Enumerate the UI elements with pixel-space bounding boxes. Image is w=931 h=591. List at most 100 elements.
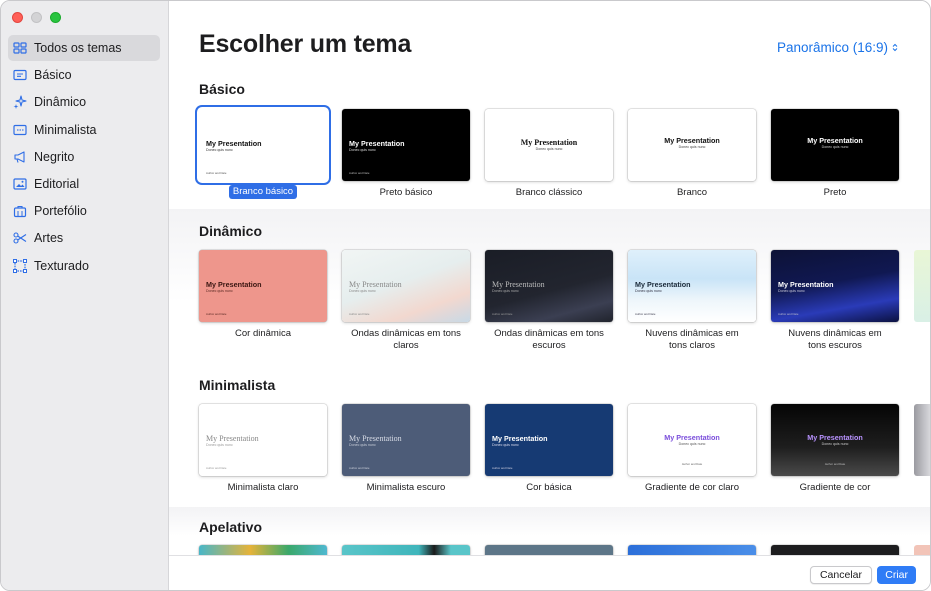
thumb-title: My Presentation	[349, 280, 402, 289]
theme-thumbnail[interactable]	[199, 545, 327, 555]
theme-label: Preto básico	[379, 187, 433, 198]
thumb-author: Author and Date	[206, 312, 227, 316]
section-title: Básico	[199, 81, 245, 97]
section-title: Dinâmico	[199, 223, 263, 239]
theme-tile-cor-dinamica[interactable]: My Presentation Donec quis nunc Author a…	[199, 250, 327, 351]
sidebar-item-dinamico[interactable]: Dinâmico	[8, 89, 160, 115]
sidebar-item-portefolio[interactable]: Portefólio	[8, 198, 160, 224]
theme-thumbnail[interactable]: My Presentation Donec quis nunc Author a…	[342, 404, 470, 476]
theme-tile-apelativo-4[interactable]	[628, 545, 756, 555]
theme-label: Nuvens dinâmicas em tons escuros	[788, 328, 882, 351]
sidebar-item-basico[interactable]: Básico	[8, 62, 160, 88]
theme-tile-apelativo-2[interactable]	[342, 545, 470, 555]
theme-thumbnail[interactable]: My Presentation Donec quis nunc Author a…	[628, 404, 756, 476]
theme-label: Ondas dinâmicas em tons claros	[351, 328, 461, 351]
thumb-subtitle: Donec quis nunc	[821, 145, 849, 149]
thumb-subtitle: Donec quis nunc	[492, 443, 519, 447]
theme-thumbnail[interactable]: My Presentation Donec quis nunc Author a…	[199, 404, 327, 476]
minimal-slide-icon	[13, 123, 27, 137]
theme-thumbnail[interactable]: My Presentation Donec quis nunc Author a…	[485, 250, 613, 322]
sidebar-item-texturado[interactable]: Texturado	[8, 253, 160, 279]
sidebar-item-negrito[interactable]: Negrito	[8, 144, 160, 170]
basic-slide-icon	[13, 68, 27, 82]
sidebar-item-editorial[interactable]: Editorial	[8, 171, 160, 197]
theme-thumbnail[interactable]	[628, 545, 756, 555]
close-window-button[interactable]	[12, 12, 23, 23]
thumb-title: My Presentation	[492, 280, 545, 289]
theme-tile-ondas-escuros[interactable]: My Presentation Donec quis nunc Author a…	[485, 250, 613, 351]
zoom-window-button[interactable]	[50, 12, 61, 23]
sidebar-item-label: Artes	[34, 231, 64, 246]
slide-size-select[interactable]: Panorâmico (16:9)	[777, 40, 898, 55]
cancel-button[interactable]: Cancelar	[809, 566, 872, 584]
theme-thumbnail[interactable]: My Presentation Donec quis nunc Author a…	[342, 109, 470, 181]
theme-thumbnail[interactable]: My Presentation Donec quis nunc Author a…	[628, 250, 756, 322]
theme-tile-preto[interactable]: My Presentation Donec quis nunc Preto	[771, 109, 899, 199]
theme-label: Nuvens dinâmicas em tons claros	[645, 328, 739, 351]
thumb-title: My Presentation	[807, 136, 863, 145]
theme-thumbnail[interactable]: My Presentation Donec quis nunc Author a…	[342, 250, 470, 322]
theme-tile-preto-basico[interactable]: My Presentation Donec quis nunc Author a…	[342, 109, 470, 199]
theme-thumbnail[interactable]: My Presentation Donec quis nunc	[628, 109, 756, 181]
theme-tile-gradiente[interactable]: My Presentation Donec quis nunc Author a…	[771, 404, 899, 494]
theme-thumbnail-peek[interactable]	[914, 404, 930, 476]
theme-thumbnail[interactable]	[342, 545, 470, 555]
theme-tile-branco[interactable]: My Presentation Donec quis nunc Branco	[628, 109, 756, 199]
theme-label: Cor dinâmica	[235, 328, 291, 339]
theme-thumbnail[interactable]: My Presentation Donec quis nunc	[485, 109, 613, 181]
theme-tile-ondas-claros[interactable]: My Presentation Donec quis nunc Author a…	[342, 250, 470, 351]
theme-row	[199, 545, 930, 555]
thumb-title: My Presentation	[206, 434, 259, 443]
theme-row: My Presentation Donec quis nunc Author a…	[199, 250, 930, 351]
theme-thumbnail[interactable]: My Presentation Donec quis nunc Author a…	[771, 404, 899, 476]
theme-tile-branco-classico[interactable]: My Presentation Donec quis nunc Branco c…	[485, 109, 613, 199]
theme-thumbnail-peek[interactable]	[914, 250, 930, 322]
theme-label: Gradiente de cor	[799, 482, 871, 493]
create-button[interactable]: Criar	[877, 566, 916, 584]
theme-tile-minimalista-claro[interactable]: My Presentation Donec quis nunc Author a…	[199, 404, 327, 494]
sidebar-item-minimalista[interactable]: Minimalista	[8, 117, 160, 143]
theme-thumbnail[interactable]: My Presentation Donec quis nunc Author a…	[199, 109, 327, 181]
thumb-subtitle: Donec quis nunc	[206, 148, 233, 152]
thumb-author: Author and Date	[206, 171, 227, 175]
theme-row: My Presentation Donec quis nunc Author a…	[199, 404, 930, 494]
theme-label: Branco	[676, 187, 708, 198]
theme-thumbnail[interactable]: My Presentation Donec quis nunc Author a…	[771, 250, 899, 322]
theme-tile-apelativo-5[interactable]	[771, 545, 899, 555]
theme-tile-apelativo-3[interactable]	[485, 545, 613, 555]
sidebar-item-artes[interactable]: Artes	[8, 225, 160, 251]
theme-tile-branco-basico[interactable]: My Presentation Donec quis nunc Author a…	[199, 109, 327, 199]
thumb-title: My Presentation	[206, 139, 262, 148]
theme-thumbnail[interactable]: My Presentation Donec quis nunc	[771, 109, 899, 181]
theme-thumbnail[interactable]	[485, 545, 613, 555]
sparkles-icon	[13, 95, 27, 110]
section-apelativo: Apelativo	[169, 507, 930, 555]
sidebar: Todos os temas Básico Dinâmico Minimalis…	[1, 1, 169, 590]
thumb-subtitle: Donec quis nunc	[678, 442, 706, 446]
up-down-chevron-icon	[892, 43, 898, 52]
theme-tile-nuvens-claros[interactable]: My Presentation Donec quis nunc Author a…	[628, 250, 756, 351]
theme-label: Minimalista claro	[227, 482, 299, 493]
theme-thumbnail[interactable]	[771, 545, 899, 555]
theme-tile-gradiente-claro[interactable]: My Presentation Donec quis nunc Author a…	[628, 404, 756, 494]
thumb-subtitle: Donec quis nunc	[349, 443, 376, 447]
thumb-author: Author and Date	[681, 462, 703, 466]
theme-tile-nuvens-escuros[interactable]: My Presentation Donec quis nunc Author a…	[771, 250, 899, 351]
section-basico: Básico My Presentation Donec quis nunc A…	[169, 69, 930, 209]
theme-tile-cor-basica[interactable]: My Presentation Donec quis nunc Author a…	[485, 404, 613, 494]
thumb-title: My Presentation	[664, 433, 720, 442]
theme-thumbnail[interactable]: My Presentation Donec quis nunc Author a…	[485, 404, 613, 476]
minimize-window-button[interactable]	[31, 12, 42, 23]
sidebar-item-label: Básico	[34, 68, 72, 83]
section-title: Apelativo	[199, 519, 263, 535]
thumb-author: Author and Date	[778, 312, 799, 316]
theme-thumbnail-peek[interactable]	[914, 545, 930, 555]
thumb-author: Author and Date	[492, 466, 513, 470]
theme-tile-apelativo-1[interactable]	[199, 545, 327, 555]
thumb-title: My Presentation	[778, 280, 834, 289]
megaphone-icon	[13, 150, 27, 164]
thumb-author: Author and Date	[349, 312, 370, 316]
sidebar-item-todos-os-temas[interactable]: Todos os temas	[8, 35, 160, 61]
theme-tile-minimalista-escuro[interactable]: My Presentation Donec quis nunc Author a…	[342, 404, 470, 494]
theme-thumbnail[interactable]: My Presentation Donec quis nunc Author a…	[199, 250, 327, 322]
